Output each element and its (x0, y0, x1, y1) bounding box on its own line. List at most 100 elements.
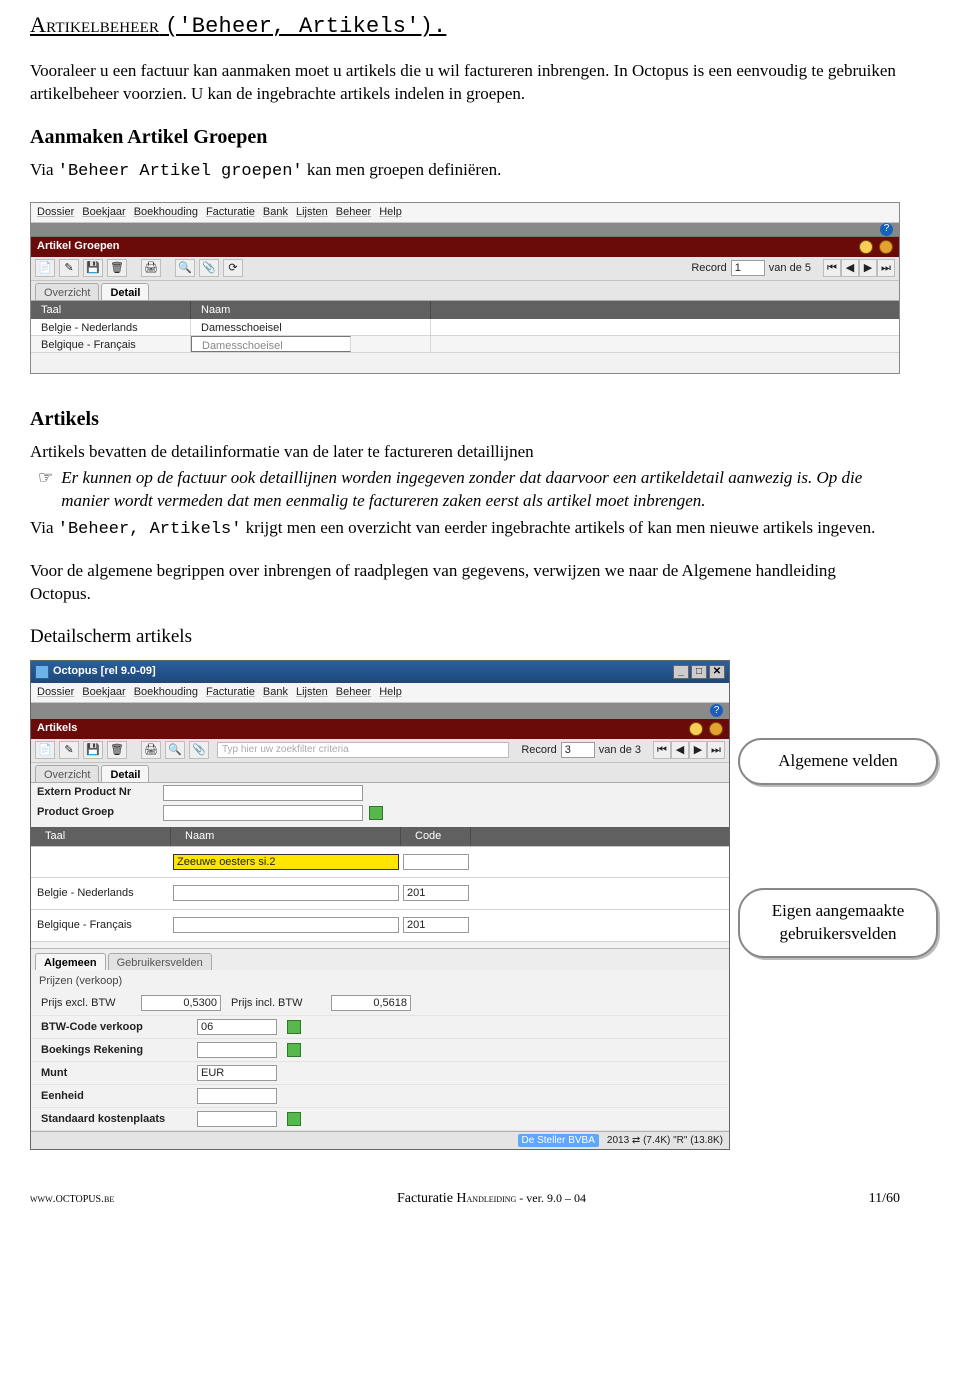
next-icon[interactable]: ▶ (689, 741, 707, 759)
close-icon[interactable]: ✕ (709, 665, 725, 679)
lookup-icon[interactable] (369, 806, 383, 820)
badge-icon[interactable] (689, 722, 703, 736)
menu-boekhouding[interactable]: Boekhouding (134, 685, 198, 700)
tab-overzicht[interactable]: Overzicht (35, 765, 99, 782)
prev-icon[interactable]: ◀ (841, 259, 859, 277)
menu-beheer[interactable]: Beheer (336, 205, 371, 220)
ribbon: ? (31, 223, 899, 237)
heading-aanmaken-groepen: Aanmaken Artikel Groepen (30, 124, 900, 151)
prev-icon[interactable]: ◀ (671, 741, 689, 759)
menu-boekjaar[interactable]: Boekjaar (82, 685, 125, 700)
cell-naam[interactable] (173, 885, 399, 901)
record-input[interactable]: 1 (731, 260, 765, 276)
cell-naam[interactable] (173, 917, 399, 933)
menu-boekhouding[interactable]: Boekhouding (134, 205, 198, 220)
col-code[interactable]: Code (401, 827, 471, 846)
first-icon[interactable]: ⏮ (823, 259, 841, 277)
product-groep-input[interactable] (163, 805, 363, 821)
print-icon[interactable]: 🖨 (141, 741, 161, 759)
code: 'Beheer Artikel groepen' (58, 162, 303, 181)
munt-input[interactable]: EUR (197, 1065, 277, 1081)
tab-overzicht[interactable]: Overzicht (35, 283, 99, 300)
kostenplaats-input[interactable] (197, 1111, 277, 1127)
menu-lijsten[interactable]: Lijsten (296, 685, 328, 700)
cell-code[interactable]: 201 (403, 917, 469, 933)
text: Via (30, 518, 58, 537)
lookup-icon[interactable] (287, 1112, 301, 1126)
tab-detail[interactable]: Detail (101, 765, 149, 782)
tab-detail[interactable]: Detail (101, 283, 149, 300)
heading-artikels: Artikels (30, 406, 900, 433)
boekings-rekening-input[interactable] (197, 1042, 277, 1058)
menu-dossier[interactable]: Dossier (37, 685, 74, 700)
minimize-icon[interactable]: _ (673, 665, 689, 679)
menu-dossier[interactable]: Dossier (37, 205, 74, 220)
subtab-algemeen[interactable]: Algemeen (35, 953, 106, 971)
table-row[interactable]: Belgie - Nederlands 201 (31, 878, 729, 910)
filter-icon[interactable]: 🔍 (175, 259, 195, 277)
maximize-icon[interactable]: □ (691, 665, 707, 679)
menu-bank[interactable]: Bank (263, 685, 288, 700)
help-icon[interactable]: ? (710, 704, 723, 717)
badge-icon[interactable] (879, 240, 893, 254)
lookup-icon[interactable] (287, 1020, 301, 1034)
col-taal[interactable]: Taal (31, 827, 171, 846)
menu-help[interactable]: Help (379, 205, 402, 220)
cell-naam-highlight[interactable]: Zeeuwe oesters si.2 (173, 854, 399, 870)
window-titlebar: Octopus [rel 9.0-09] _ □ ✕ (31, 661, 729, 683)
badge-icon[interactable] (709, 722, 723, 736)
hand-bullet: ☞ Er kunnen op de factuur ook detaillijn… (38, 467, 900, 513)
prijs-excl-input[interactable]: 0,5300 (141, 995, 221, 1011)
new-icon[interactable]: 📄 (35, 741, 55, 759)
cell-code[interactable] (403, 854, 469, 870)
menu-boekjaar[interactable]: Boekjaar (82, 205, 125, 220)
next-icon[interactable]: ▶ (859, 259, 877, 277)
extern-product-input[interactable] (163, 785, 363, 801)
menu-beheer[interactable]: Beheer (336, 685, 371, 700)
menu-facturatie[interactable]: Facturatie (206, 685, 255, 700)
delete-icon[interactable]: 🗑 (107, 259, 127, 277)
record-input[interactable]: 3 (561, 742, 595, 758)
table-row[interactable]: Belgie - Nederlands Damesschoeisel (31, 319, 899, 336)
menu-facturatie[interactable]: Facturatie (206, 205, 255, 220)
btw-code-input[interactable]: 06 (197, 1019, 277, 1035)
attach-icon[interactable]: 📎 (189, 741, 209, 759)
window-title: Octopus [rel 9.0-09] (53, 664, 156, 679)
col-taal[interactable]: Taal (31, 301, 191, 320)
col-naam[interactable]: Naam (171, 827, 401, 846)
badge-icon[interactable] (859, 240, 873, 254)
page-title: Artikelbeheer ('Beheer, Artikels'). (30, 10, 900, 42)
save-icon[interactable]: 💾 (83, 741, 103, 759)
groepen-line: Via 'Beheer Artikel groepen' kan men gro… (30, 159, 900, 184)
refresh-icon[interactable]: ⟳ (223, 259, 243, 277)
table-row[interactable]: Belgique - Français 201 (31, 910, 729, 942)
delete-icon[interactable]: 🗑 (107, 741, 127, 759)
tabs: Overzicht Detail (31, 763, 729, 783)
menu-lijsten[interactable]: Lijsten (296, 205, 328, 220)
prijs-incl-input[interactable]: 0,5618 (331, 995, 411, 1011)
help-icon[interactable]: ? (880, 223, 893, 236)
attach-icon[interactable]: 📎 (199, 259, 219, 277)
subtab-gebruikersvelden[interactable]: Gebruikersvelden (108, 953, 212, 971)
edit-icon[interactable]: ✎ (59, 259, 79, 277)
edit-icon[interactable]: ✎ (59, 741, 79, 759)
eenheid-input[interactable] (197, 1088, 277, 1104)
last-icon[interactable]: ⏭ (707, 741, 725, 759)
edit-cell[interactable]: Damesschoeisel (191, 336, 351, 352)
table-row[interactable]: Belgique - Français Damesschoeisel (31, 336, 899, 353)
first-icon[interactable]: ⏮ (653, 741, 671, 759)
print-icon[interactable]: 🖨 (141, 259, 161, 277)
search-input[interactable]: Typ hier uw zoekfilter criteria (217, 742, 509, 758)
footer-page: 11/60 (869, 1190, 900, 1209)
last-icon[interactable]: ⏭ (877, 259, 895, 277)
cell-taal: Belgique - Français (31, 918, 171, 933)
menu-help[interactable]: Help (379, 685, 402, 700)
table-row[interactable]: Zeeuwe oesters si.2 (31, 846, 729, 878)
save-icon[interactable]: 💾 (83, 259, 103, 277)
lookup-icon[interactable] (287, 1043, 301, 1057)
col-naam[interactable]: Naam (191, 301, 431, 320)
menu-bank[interactable]: Bank (263, 205, 288, 220)
cell-code[interactable]: 201 (403, 885, 469, 901)
new-icon[interactable]: 📄 (35, 259, 55, 277)
search-icon[interactable]: 🔍 (165, 741, 185, 759)
